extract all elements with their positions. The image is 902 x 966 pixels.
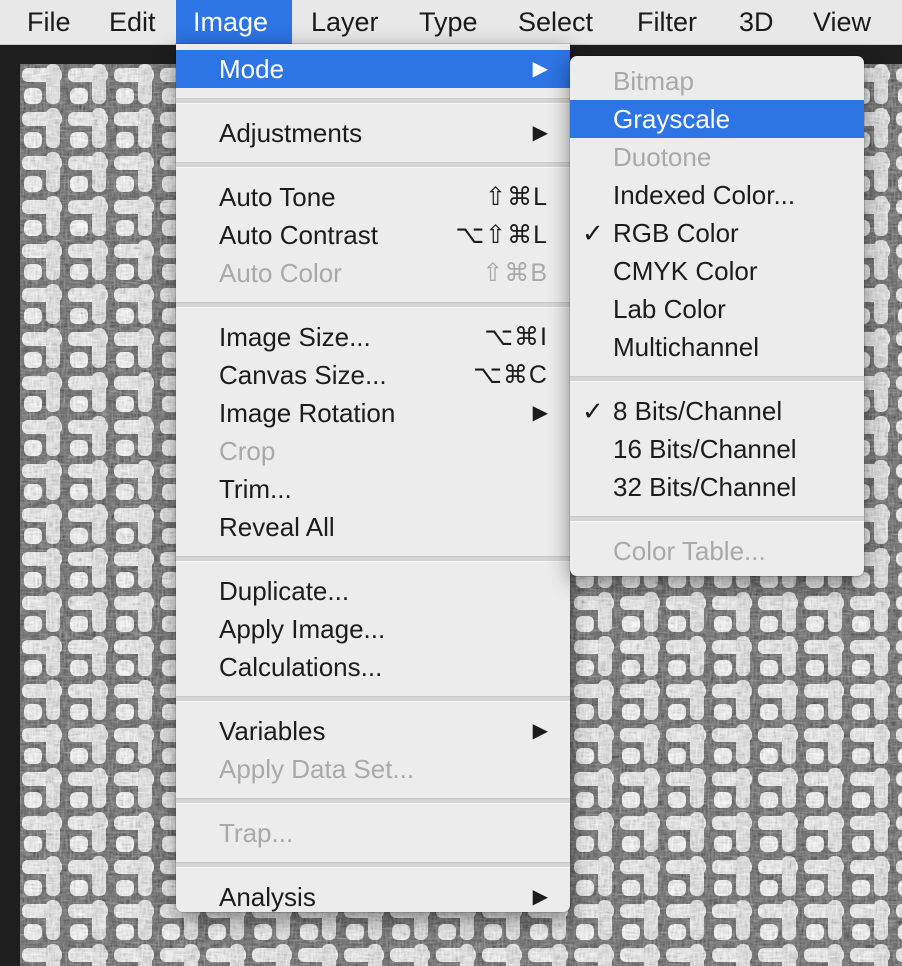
submenu-arrow-icon: ▶ bbox=[532, 122, 548, 144]
menu-item-label: Auto Color bbox=[219, 258, 342, 288]
menu-item-label: Auto Tone bbox=[219, 182, 336, 212]
menu-item-indexed-color[interactable]: Indexed Color... bbox=[570, 176, 864, 214]
menu-item-label: Image Rotation bbox=[219, 398, 396, 428]
menu-separator bbox=[176, 302, 570, 308]
shortcut-text: ⇧⌘B bbox=[482, 259, 548, 287]
menu-item-bitmap: Bitmap bbox=[570, 62, 864, 100]
menu-item-canvas-size[interactable]: Canvas Size... ⌥⌘C bbox=[176, 356, 570, 394]
menu-item-duotone: Duotone bbox=[570, 138, 864, 176]
menu-item-label: 32 Bits/Channel bbox=[613, 472, 797, 502]
menu-item-rgb-color[interactable]: ✓ RGB Color bbox=[570, 214, 864, 252]
shortcut-text: ⌥⇧⌘L bbox=[455, 221, 548, 249]
menu-item-label: Adjustments bbox=[219, 118, 363, 148]
checkmark-icon: ✓ bbox=[582, 218, 604, 248]
menu-filter[interactable]: Filter bbox=[620, 0, 714, 44]
menu-item-crop: Crop bbox=[176, 432, 570, 470]
menu-edit[interactable]: Edit bbox=[92, 0, 173, 44]
menu-separator bbox=[176, 98, 570, 104]
menu-item-label: Reveal All bbox=[219, 512, 335, 542]
menu-item-label: Indexed Color... bbox=[613, 180, 796, 210]
menu-item-variables[interactable]: Variables ▶ bbox=[176, 712, 570, 750]
menu-item-label: Apply Data Set... bbox=[219, 754, 415, 784]
menu-item-lab-color[interactable]: Lab Color bbox=[570, 290, 864, 328]
submenu-arrow-icon: ▶ bbox=[532, 720, 548, 742]
menu-item-label: Crop bbox=[219, 436, 276, 466]
menu-item-label: Auto Contrast bbox=[219, 220, 378, 250]
menu-separator bbox=[176, 798, 570, 804]
submenu-arrow-icon: ▶ bbox=[532, 58, 548, 80]
menu-item-label: Multichannel bbox=[613, 332, 759, 362]
menu-item-reveal-all[interactable]: Reveal All bbox=[176, 508, 570, 546]
menu-item-8-bits[interactable]: ✓ 8 Bits/Channel bbox=[570, 392, 864, 430]
menu-item-image-rotation[interactable]: Image Rotation ▶ bbox=[176, 394, 570, 432]
menu-item-label: Variables bbox=[219, 716, 326, 746]
menu-item-label: Duplicate... bbox=[219, 576, 350, 606]
menu-separator bbox=[176, 162, 570, 168]
shortcut-text: ⌥⌘C bbox=[473, 361, 548, 389]
menu-item-label: Mode bbox=[219, 54, 285, 84]
checkmark-icon: ✓ bbox=[582, 396, 604, 426]
image-menu: Mode ▶ Adjustments ▶ Auto Tone ⇧⌘L Auto … bbox=[176, 44, 570, 912]
menu-view[interactable]: View bbox=[796, 0, 888, 44]
menu-item-apply-data-set: Apply Data Set... bbox=[176, 750, 570, 788]
submenu-arrow-icon: ▶ bbox=[532, 886, 548, 908]
menu-item-label: Canvas Size... bbox=[219, 360, 387, 390]
menu-item-label: Bitmap bbox=[613, 66, 694, 96]
menu-item-label: Trap... bbox=[219, 818, 294, 848]
menu-item-label: Image Size... bbox=[219, 322, 371, 352]
menu-item-mode[interactable]: Mode ▶ bbox=[176, 50, 570, 88]
menu-item-label: Grayscale bbox=[613, 104, 731, 134]
menu-item-label: Color Table... bbox=[613, 536, 766, 566]
menu-3d[interactable]: 3D bbox=[722, 0, 791, 44]
menu-separator bbox=[570, 516, 864, 522]
menu-separator bbox=[570, 376, 864, 382]
menu-item-label: Trim... bbox=[219, 474, 292, 504]
menu-item-label: 8 Bits/Channel bbox=[613, 396, 783, 426]
menu-layer[interactable]: Layer bbox=[294, 0, 396, 44]
mode-submenu: Bitmap Grayscale Duotone Indexed Color..… bbox=[570, 56, 864, 576]
menu-type[interactable]: Type bbox=[402, 0, 495, 44]
shortcut-text: ⌥⌘I bbox=[484, 323, 548, 351]
menu-item-trim[interactable]: Trim... bbox=[176, 470, 570, 508]
menu-item-label: Lab Color bbox=[613, 294, 726, 324]
menu-item-trap: Trap... bbox=[176, 814, 570, 852]
menu-item-label: Analysis bbox=[219, 882, 316, 912]
menu-item-color-table: Color Table... bbox=[570, 532, 864, 570]
menu-item-label: RGB Color bbox=[613, 218, 739, 248]
menu-file[interactable]: File bbox=[10, 0, 88, 44]
menu-separator bbox=[176, 696, 570, 702]
menu-item-cmyk-color[interactable]: CMYK Color bbox=[570, 252, 864, 290]
menu-item-auto-contrast[interactable]: Auto Contrast ⌥⇧⌘L bbox=[176, 216, 570, 254]
menu-item-multichannel[interactable]: Multichannel bbox=[570, 328, 864, 366]
menu-image[interactable]: Image bbox=[176, 0, 292, 44]
menu-item-apply-image[interactable]: Apply Image... bbox=[176, 610, 570, 648]
menu-separator bbox=[176, 862, 570, 868]
menu-item-analysis[interactable]: Analysis ▶ bbox=[176, 878, 570, 916]
menu-item-calculations[interactable]: Calculations... bbox=[176, 648, 570, 686]
menu-item-16-bits[interactable]: 16 Bits/Channel bbox=[570, 430, 864, 468]
menu-item-image-size[interactable]: Image Size... ⌥⌘I bbox=[176, 318, 570, 356]
menu-bar: File Edit Image Layer Type Select Filter… bbox=[0, 0, 902, 45]
shortcut-text: ⇧⌘L bbox=[485, 183, 548, 211]
menu-item-duplicate[interactable]: Duplicate... bbox=[176, 572, 570, 610]
menu-item-label: Calculations... bbox=[219, 652, 383, 682]
menu-item-adjustments[interactable]: Adjustments ▶ bbox=[176, 114, 570, 152]
menu-separator bbox=[176, 556, 570, 562]
menu-item-grayscale[interactable]: Grayscale bbox=[570, 100, 864, 138]
menu-item-label: Duotone bbox=[613, 142, 712, 172]
menu-item-label: 16 Bits/Channel bbox=[613, 434, 797, 464]
menu-item-32-bits[interactable]: 32 Bits/Channel bbox=[570, 468, 864, 506]
menu-item-auto-color: Auto Color ⇧⌘B bbox=[176, 254, 570, 292]
menu-item-label: Apply Image... bbox=[219, 614, 386, 644]
menu-item-label: CMYK Color bbox=[613, 256, 758, 286]
submenu-arrow-icon: ▶ bbox=[532, 402, 548, 424]
menu-item-auto-tone[interactable]: Auto Tone ⇧⌘L bbox=[176, 178, 570, 216]
menu-select[interactable]: Select bbox=[501, 0, 610, 44]
